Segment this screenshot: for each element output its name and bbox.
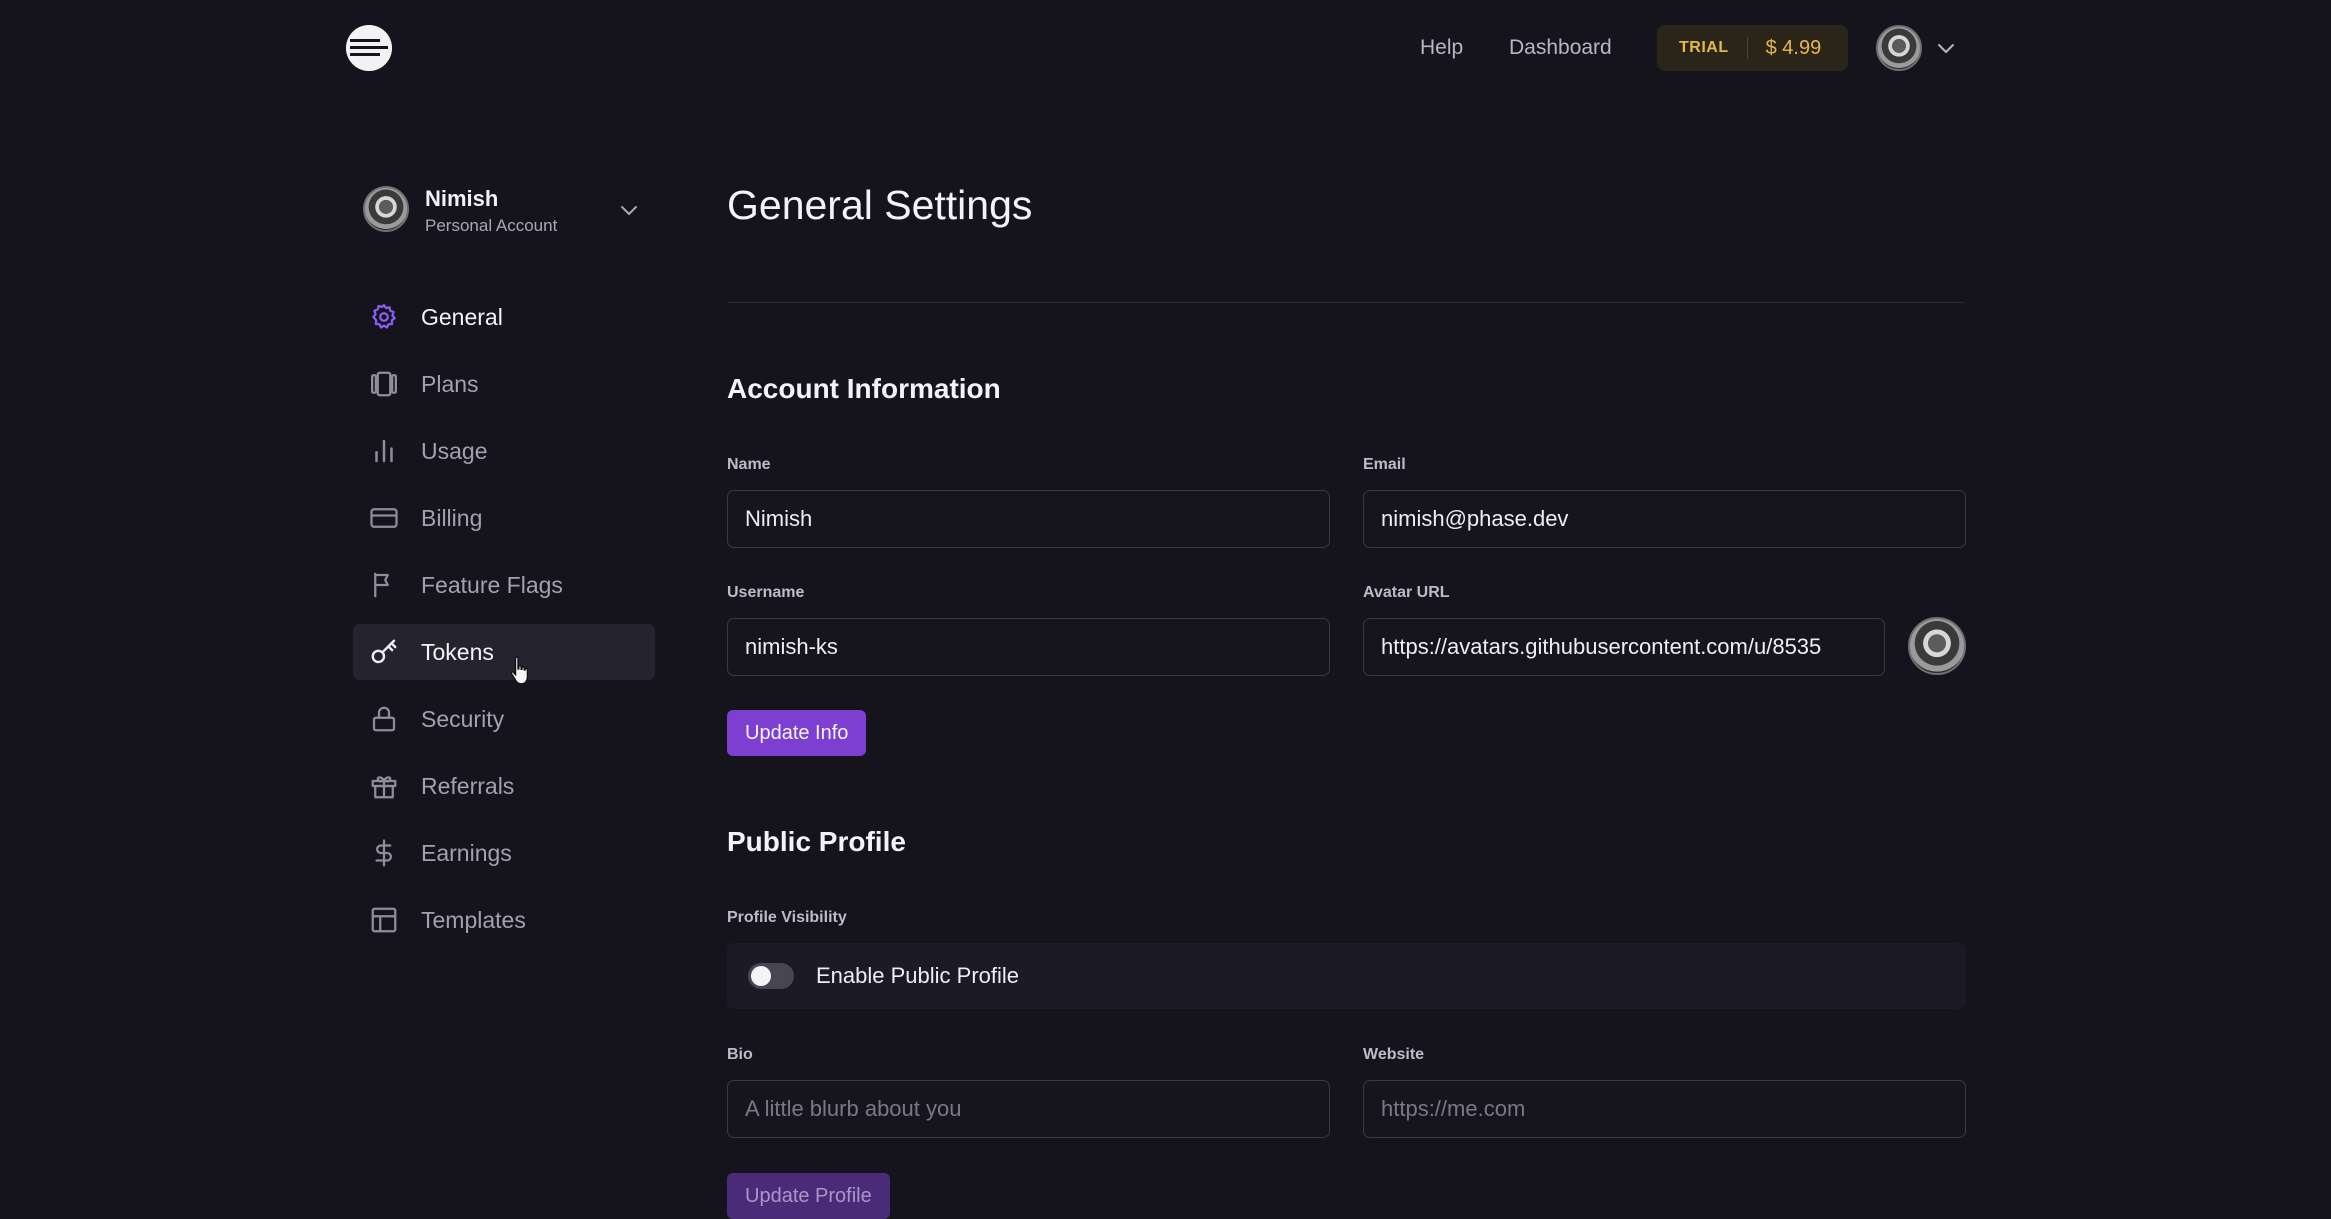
- profile-visibility-panel: Enable Public Profile: [727, 943, 1966, 1009]
- account-name: Nimish: [425, 186, 499, 211]
- sidebar-item-label: Plans: [421, 370, 479, 397]
- public-profile-heading: Public Profile: [727, 826, 906, 857]
- top-bar: Help Dashboard TRIAL $ 4.99: [0, 0, 2331, 96]
- chevron-down-icon[interactable]: [1934, 36, 1958, 60]
- name-label: Name: [727, 456, 771, 473]
- dashboard-link[interactable]: Dashboard: [1509, 32, 1612, 64]
- trial-label: TRIAL: [1657, 37, 1748, 59]
- gift-icon: [369, 771, 399, 801]
- sidebar-item-templates[interactable]: Templates: [353, 892, 655, 948]
- avatar-url-input[interactable]: [1363, 618, 1885, 676]
- account-type: Personal Account: [425, 216, 558, 235]
- username-input[interactable]: [727, 618, 1330, 676]
- chevron-down-icon: [621, 206, 637, 215]
- sidebar-item-security[interactable]: Security: [353, 691, 655, 747]
- sidebar-item-label: Feature Flags: [421, 571, 563, 598]
- template-icon: [369, 905, 399, 935]
- sidebar-item-referrals[interactable]: Referrals: [353, 758, 655, 814]
- plans-icon: [369, 369, 399, 399]
- trial-balance-badge[interactable]: TRIAL $ 4.99: [1657, 25, 1848, 71]
- avatar-preview: [1908, 617, 1966, 675]
- sidebar-item-label: Usage: [421, 437, 488, 464]
- logo-icon[interactable]: [346, 25, 392, 71]
- avatar-url-label: Avatar URL: [1363, 584, 1450, 601]
- account-avatar: [363, 186, 409, 232]
- public-profile-toggle[interactable]: [748, 963, 794, 989]
- sidebar-item-plans[interactable]: Plans: [353, 356, 655, 412]
- user-avatar[interactable]: [1876, 25, 1922, 71]
- bar-chart-icon: [369, 436, 399, 466]
- sidebar-item-label: Security: [421, 705, 505, 732]
- toggle-knob: [751, 966, 771, 986]
- sidebar-item-tokens[interactable]: Tokens: [353, 624, 655, 685]
- update-profile-button[interactable]: Update Profile: [727, 1173, 890, 1219]
- sidebar-item-label: Referrals: [421, 772, 515, 799]
- sidebar-item-label: Tokens: [421, 638, 494, 665]
- email-input[interactable]: [1363, 490, 1966, 548]
- sidebar-item-label: General: [421, 303, 503, 330]
- dollar-icon: [369, 838, 399, 868]
- website-label: Website: [1363, 1046, 1425, 1063]
- title-divider: [727, 302, 1965, 303]
- name-input[interactable]: [727, 490, 1330, 548]
- credit-card-icon: [369, 503, 399, 533]
- sidebar-item-feature-flags[interactable]: Feature Flags: [353, 557, 655, 613]
- profile-visibility-label: Profile Visibility: [727, 909, 847, 926]
- bio-input[interactable]: [727, 1080, 1330, 1138]
- toggle-label: Enable Public Profile: [816, 963, 1020, 988]
- sidebar-item-label: Billing: [421, 504, 483, 531]
- hand-cursor-icon: [510, 656, 529, 685]
- sidebar-nav: General Plans Usage Billing Feature Flag…: [353, 289, 655, 959]
- help-link[interactable]: Help: [1420, 32, 1463, 64]
- username-label: Username: [727, 584, 805, 601]
- flag-icon: [369, 570, 399, 600]
- balance-amount: $ 4.99: [1765, 36, 1822, 59]
- page-title: General Settings: [727, 182, 1033, 228]
- website-input[interactable]: [1363, 1080, 1966, 1138]
- sidebar-item-label: Earnings: [421, 839, 512, 866]
- account-switcher[interactable]: Nimish Personal Account: [353, 180, 653, 244]
- update-info-button[interactable]: Update Info: [727, 710, 867, 756]
- sidebar-item-usage[interactable]: Usage: [353, 423, 655, 479]
- sidebar-item-general[interactable]: General: [353, 289, 655, 345]
- gear-icon: [369, 302, 399, 332]
- account-information-heading: Account Information: [727, 373, 1001, 404]
- sidebar-item-billing[interactable]: Billing: [353, 490, 655, 546]
- sidebar-item-label: Templates: [421, 906, 526, 933]
- email-label: Email: [1363, 456, 1406, 473]
- key-icon: [369, 637, 399, 667]
- bio-label: Bio: [727, 1046, 753, 1063]
- lock-icon: [369, 704, 399, 734]
- sidebar-item-earnings[interactable]: Earnings: [353, 825, 655, 881]
